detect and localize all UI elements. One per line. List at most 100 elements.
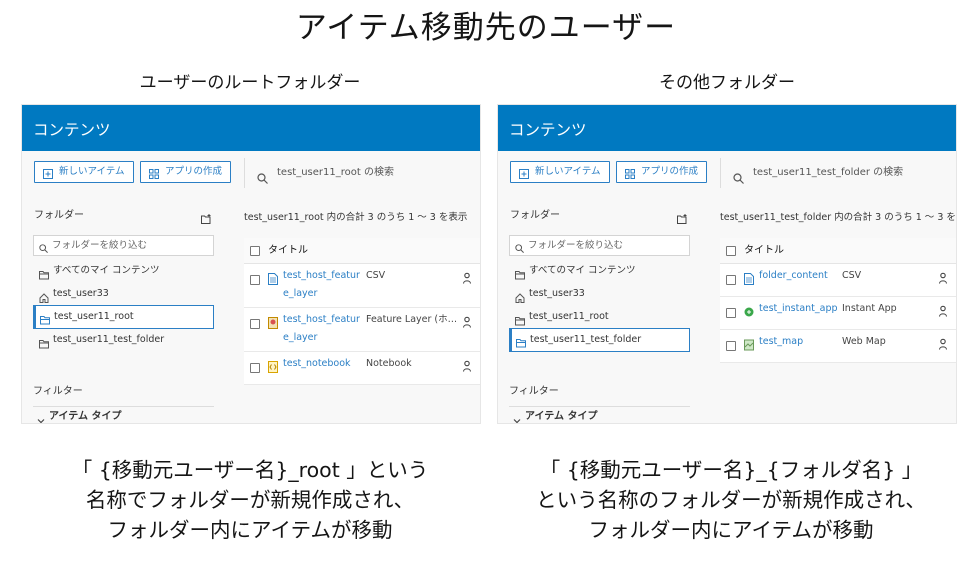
row-checkbox[interactable]: [726, 308, 736, 318]
csv-icon: [268, 273, 278, 285]
folder-item[interactable]: test_user11_root: [509, 305, 690, 329]
folder-icon: [39, 335, 49, 349]
items-table: タイトル test_host_feature_layer CSV test_host_…: [244, 238, 480, 385]
item-type: CSV: [842, 270, 862, 281]
search-icon: [733, 167, 744, 184]
notebook-icon: [268, 361, 278, 373]
toolbar: 新しいアイテム アプリの作成 test_user11_test_folder の検索: [498, 158, 956, 188]
new-folder-icon[interactable]: [677, 211, 688, 224]
row-checkbox[interactable]: [250, 275, 260, 285]
folder-label: test_user11_test_folder: [53, 334, 165, 345]
table-row[interactable]: test_host_feature_layer CSV: [244, 264, 480, 308]
folders-heading: フォルダー: [509, 205, 690, 227]
home-icon: [515, 289, 525, 303]
right-subtitle: その他フォルダー: [659, 73, 795, 93]
item-type: Instant App: [842, 303, 897, 314]
filters-heading: フィルター: [509, 386, 559, 397]
row-checkbox[interactable]: [250, 363, 260, 373]
folder-filter-input[interactable]: フォルダーを絞り込む: [509, 235, 690, 256]
caption-line: 「 {移動元ユーザー名}_{フォルダ名} 」: [539, 458, 923, 482]
result-summary: test_user11_root 内の合計 3 のうち 1 ～ 3 を表示: [244, 212, 468, 223]
folder-item[interactable]: test_user33: [33, 282, 214, 306]
folder-icon: [515, 312, 525, 326]
plus-box-icon: [519, 167, 529, 179]
folder-label: test_user11_test_folder: [530, 334, 642, 345]
open-folder-icon: [40, 312, 50, 325]
folder-sidebar: フォルダーフォルダーを絞り込むすべてのマイ コンテンツ test_user33te…: [33, 205, 214, 423]
row-checkbox[interactable]: [726, 275, 736, 285]
open-folder-icon: [516, 335, 526, 348]
table-row[interactable]: test_host_feature_layer Feature Layer (ホ…: [244, 308, 480, 352]
title-column-header[interactable]: タイトル: [744, 245, 784, 256]
folder-label: test_user33: [53, 288, 109, 299]
instant-app-icon: [744, 306, 754, 318]
grid-icon: [149, 167, 159, 179]
folder-item[interactable]: すべてのマイ コンテンツ: [33, 259, 214, 283]
folder-item[interactable]: test_user11_test_folder: [33, 328, 214, 352]
folder-item[interactable]: test_user11_test_folder: [509, 328, 690, 352]
new-folder-icon[interactable]: [201, 211, 212, 224]
new-item-button[interactable]: 新しいアイテム: [34, 161, 134, 183]
item-type-filter[interactable]: アイテム タイプ: [509, 407, 690, 423]
web-map-icon: [744, 339, 754, 351]
folder-item[interactable]: すべてのマイ コンテンツ: [509, 259, 690, 283]
select-all-checkbox[interactable]: [250, 246, 260, 256]
content-area: test_user11_test_folder 内の合計 3 のうち 1 ～ 3…: [720, 210, 956, 363]
search-icon: [515, 241, 524, 253]
new-item-button[interactable]: 新しいアイテム: [510, 161, 610, 183]
items-table: タイトル folder_content CSV test_instant_app Ins…: [720, 238, 956, 363]
table-row[interactable]: folder_content CSV: [720, 264, 956, 297]
select-all-checkbox[interactable]: [726, 246, 736, 256]
user-icon: [462, 360, 472, 372]
create-app-button[interactable]: アプリの作成: [140, 161, 232, 183]
caption-line: フォルダー内にアイテムが移動: [588, 518, 874, 542]
create-app-label: アプリの作成: [641, 166, 699, 177]
folders-heading: フォルダー: [33, 205, 214, 227]
title-column-header[interactable]: タイトル: [268, 245, 308, 256]
panel-header: コンテンツ: [22, 105, 480, 151]
filter-placeholder: フォルダーを絞り込む: [528, 240, 624, 251]
folder-item[interactable]: test_user33: [509, 282, 690, 306]
folder-icon: [515, 266, 525, 280]
folder-sidebar: フォルダー フォルダーを絞り込む すべてのマイ コンテンツ test_user33 te…: [509, 205, 690, 423]
item-type: Feature Layer (ホ…: [366, 314, 456, 325]
search-input[interactable]: test_user11_test_folder の検索: [720, 158, 903, 188]
table-header: タイトル: [244, 238, 480, 264]
item-type-filter[interactable]: アイテム タイプ: [33, 407, 214, 423]
caption-line: フォルダー内にアイテムが移動: [107, 518, 393, 542]
item-title-link[interactable]: folder_content: [759, 264, 841, 285]
item-title-link[interactable]: test_host_feature_layer: [283, 308, 365, 347]
search-placeholder: test_user11_test_folder の検索: [753, 167, 904, 178]
content-area: test_user11_root 内の合計 3 のうち 1 ～ 3 を表示タイト…: [244, 210, 480, 385]
table-row[interactable]: test_map Web Map: [720, 330, 956, 363]
caption-line: という名称のフォルダーが新規作成され、: [536, 488, 926, 512]
chevron-down-icon: [37, 413, 45, 423]
user-icon: [938, 272, 948, 284]
caption-line: 「 {移動元ユーザー名}_root 」という: [71, 458, 429, 482]
table-row[interactable]: test_notebook Notebook: [244, 352, 480, 385]
folders-label: フォルダー: [510, 210, 560, 221]
item-title-link[interactable]: test_map: [759, 330, 841, 351]
folder-label: すべてのマイ コンテンツ: [529, 265, 636, 276]
item-type: CSV: [366, 270, 386, 281]
left-caption: 「 {移動元ユーザー名}_root 」という 名称でフォルダーが新規作成され、 …: [20, 455, 480, 545]
search-placeholder: test_user11_root の検索: [277, 167, 394, 178]
folder-item[interactable]: test_user11_root: [33, 305, 214, 329]
user-icon: [938, 338, 948, 350]
item-title-link[interactable]: test_notebook: [283, 352, 365, 373]
table-row[interactable]: test_instant_app Instant App: [720, 297, 956, 330]
toolbar: 新しいアイテム アプリの作成 test_user11_root の検索: [22, 158, 480, 188]
chevron-down-icon: [513, 413, 521, 423]
search-icon: [257, 167, 268, 184]
row-checkbox[interactable]: [726, 341, 736, 351]
search-input[interactable]: test_user11_root の検索: [244, 158, 394, 188]
grid-icon: [625, 167, 635, 179]
row-checkbox[interactable]: [250, 319, 260, 329]
item-title-link[interactable]: test_host_feature_layer: [283, 264, 365, 303]
create-app-button[interactable]: アプリの作成: [616, 161, 708, 183]
panel-header: コンテンツ: [498, 105, 956, 151]
folder-filter-input[interactable]: フォルダーを絞り込む: [33, 235, 214, 256]
filter-placeholder: フォルダーを絞り込む: [52, 240, 148, 251]
item-type: Web Map: [842, 336, 886, 347]
item-title-link[interactable]: test_instant_app: [759, 297, 841, 318]
